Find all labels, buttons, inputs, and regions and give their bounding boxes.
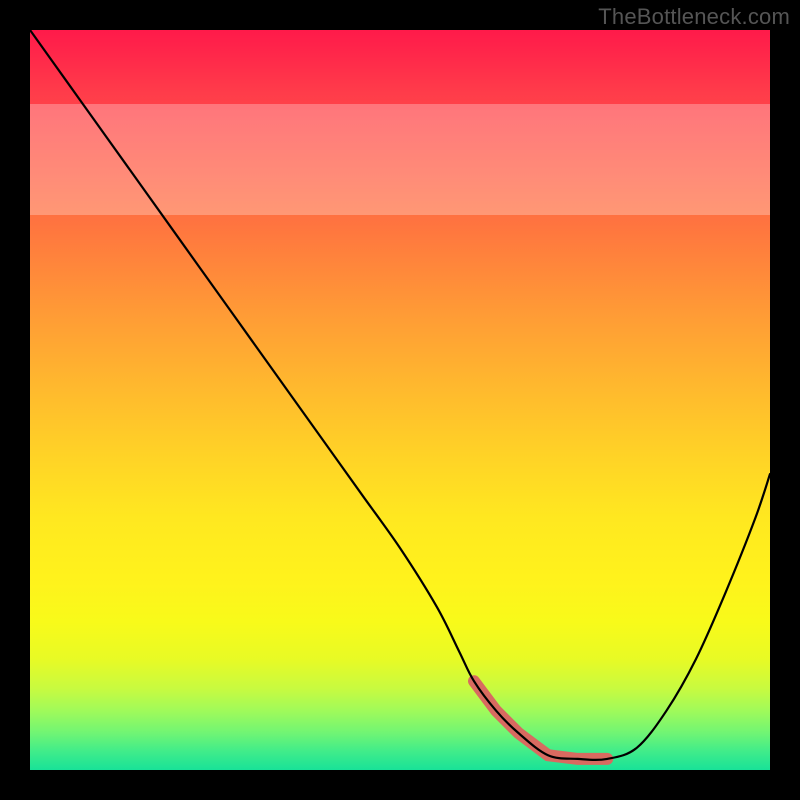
bottleneck-curve xyxy=(30,30,770,760)
watermark-text: TheBottleneck.com xyxy=(598,4,790,30)
curve-svg xyxy=(30,30,770,770)
chart-frame: TheBottleneck.com xyxy=(0,0,800,800)
plot-area xyxy=(30,30,770,770)
curve-highlight xyxy=(474,681,607,759)
